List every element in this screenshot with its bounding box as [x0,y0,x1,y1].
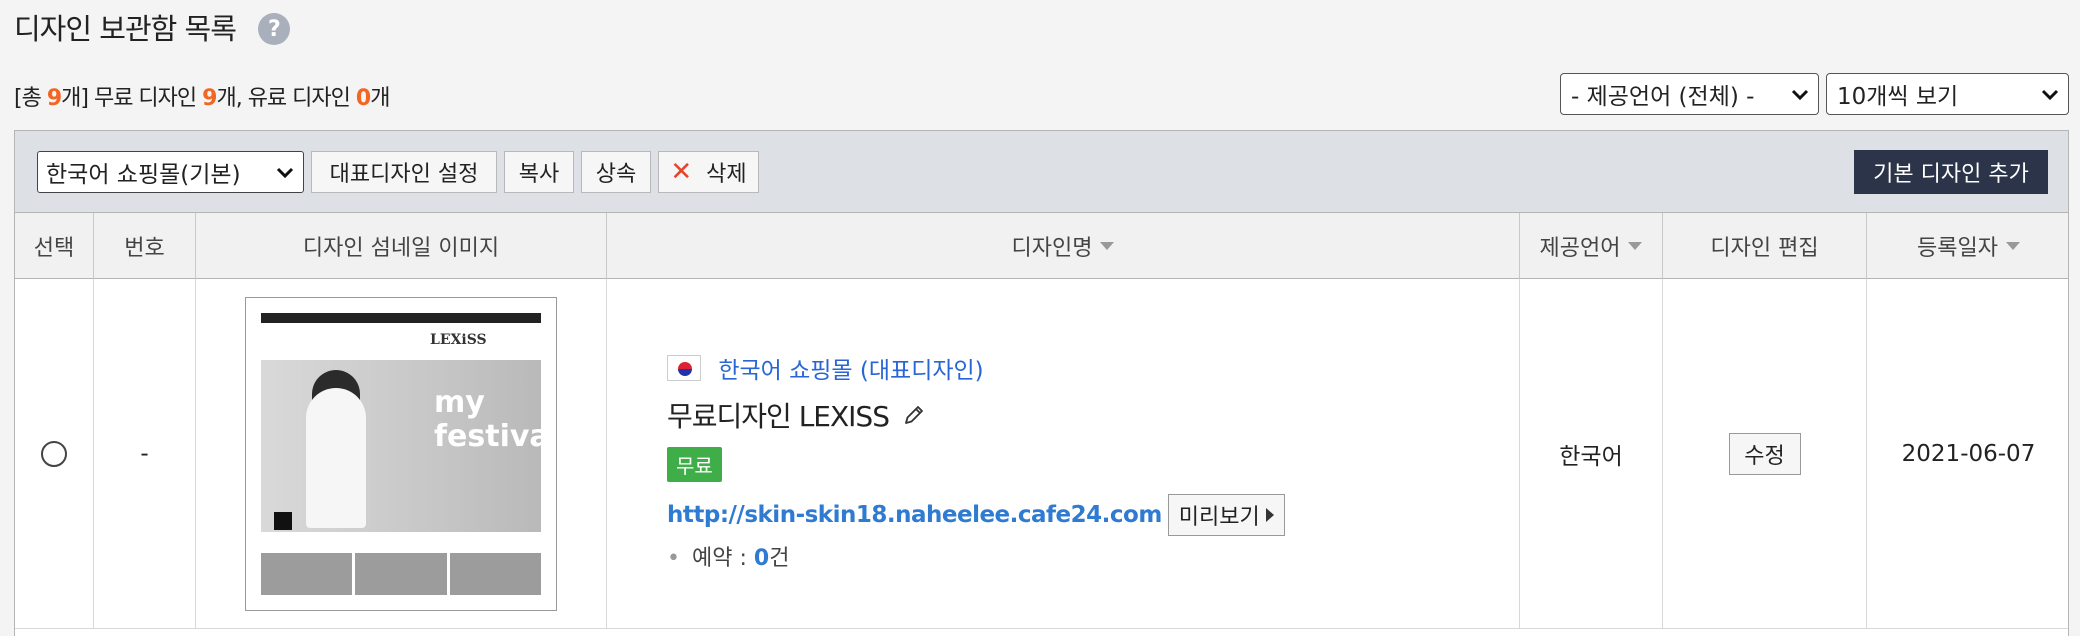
reservation-count: • 예약 : 0건 [667,540,1287,572]
language-filter-value: - 제공언어 (전체) - [1571,84,1755,110]
total-count: 9 [46,86,62,111]
preview-label: 미리보기 [1178,505,1260,530]
edit-button[interactable]: 수정 [1728,433,1801,475]
cell-design-name: 한국어 쇼핑몰 (대표디자인) 무료디자인 LEXISS 무료 http://s… [607,279,1520,629]
sort-arrow-icon [2005,242,2020,250]
page-title: 디자인 보관함 목록 ? [14,6,290,48]
cell-date: 2021-06-07 [1867,279,2070,629]
language-filter-select[interactable]: - 제공언어 (전체) - [1560,73,1819,115]
play-arrow-icon [1265,508,1274,522]
add-basic-design-button[interactable]: 기본 디자인 추가 [1854,150,2048,194]
design-thumbnail[interactable]: LEXiSS my festival [245,297,557,611]
help-icon[interactable]: ? [257,13,290,45]
page-size-select[interactable]: 10개씩 보기 [1826,73,2069,115]
design-url-link[interactable]: http://skin-skin18.naheelee.cafe24.com [667,502,1162,528]
thumb-model [306,388,366,528]
thumb-banner-line: festival [434,419,557,454]
summary-text: 개 [370,86,390,111]
thumb-topbar [261,313,541,323]
sort-arrow-icon [1100,242,1115,250]
reserve-label: 예약 : [691,546,754,571]
column-label: 디자인명 [1011,236,1093,261]
column-select: 선택 [15,213,94,279]
preview-button[interactable]: 미리보기 [1167,494,1285,536]
thumb-strip [261,553,541,595]
paid-count: 0 [355,86,371,111]
column-label: 제공언어 [1539,236,1621,261]
thumb-banner-text: my festival [434,385,557,454]
design-name: 무료디자인 LEXISS [667,395,1287,435]
mall-link[interactable]: 한국어 쇼핑몰 (대표디자인) [718,358,983,384]
chevron-down-icon [1791,89,1809,101]
page-title-text: 디자인 보관함 목록 [14,12,237,46]
cell-number: - [94,279,196,629]
cell-thumbnail: LEXiSS my festival [196,279,607,629]
sort-arrow-icon [1628,242,1643,250]
reserve-unit: 건 [769,546,790,571]
bullet-icon: • [667,546,680,571]
free-count: 9 [202,86,217,111]
thumb-logo: LEXiSS [430,332,487,348]
column-thumbnail: 디자인 섬네일 이미지 [196,213,607,279]
korea-flag-icon [667,355,701,381]
design-info: 한국어 쇼핑몰 (대표디자인) 무료디자인 LEXISS 무료 http://s… [667,351,1287,572]
column-language-sort[interactable]: 제공언어 [1520,213,1663,279]
column-number: 번호 [94,213,196,279]
delete-button[interactable]: ✕ 삭제 [658,151,759,193]
column-label: 선택 [33,236,75,261]
free-badge: 무료 [667,447,722,482]
set-representative-button[interactable]: 대표디자인 설정 [311,151,497,193]
copy-button[interactable]: 복사 [504,151,574,193]
column-date-sort[interactable]: 등록일자 [1867,213,2070,279]
cell-edit: 수정 [1663,279,1867,629]
chevron-down-icon [2041,89,2059,101]
column-label: 디자인 편집 [1710,236,1819,261]
row-date: 2021-06-07 [1901,441,2036,467]
summary-text: 개] 무료 디자인 [61,86,203,111]
column-label: 등록일자 [1917,236,1998,261]
cell-language: 한국어 [1520,279,1663,629]
chevron-down-icon [276,167,294,179]
table-header: 선택 번호 디자인 섬네일 이미지 디자인명 제공언어 디자인 편집 등록일자 [15,213,2068,279]
close-icon: ✕ [670,157,693,187]
table-row: - LEXiSS my festival 한국어 쇼핑몰 (대표디자인) 무료디… [15,279,2068,629]
reserve-count-value: 0 [753,546,770,571]
row-radio[interactable] [41,441,67,467]
mall-select[interactable]: 한국어 쇼핑몰(기본) [37,151,304,193]
design-count-summary: [총 9개] 무료 디자인 9개, 유료 디자인 0개 [14,80,390,112]
cell-select [15,279,94,629]
thumb-banner-line: my [434,385,485,420]
column-edit: 디자인 편집 [1663,213,1867,279]
column-label: 번호 [124,236,165,261]
mall-select-value: 한국어 쇼핑몰(기본) [46,162,241,188]
delete-label: 삭제 [706,162,747,187]
pencil-icon[interactable] [901,402,927,428]
thumb-mark [274,512,292,530]
inherit-button[interactable]: 상속 [581,151,651,193]
design-table: 한국어 쇼핑몰(기본) 대표디자인 설정 복사 상속 ✕ 삭제 기본 디자인 추… [14,130,2069,636]
table-toolbar: 한국어 쇼핑몰(기본) 대표디자인 설정 복사 상속 ✕ 삭제 기본 디자인 추… [15,131,2068,213]
page-size-value: 10개씩 보기 [1837,84,1959,110]
design-name-text: 무료디자인 LEXISS [667,400,890,433]
summary-text: [총 [14,86,47,111]
row-language: 한국어 [1559,444,1623,470]
row-number: - [140,441,149,467]
column-label: 디자인 섬네일 이미지 [302,236,500,261]
summary-text: 개, 유료 디자인 [216,86,356,111]
column-name-sort[interactable]: 디자인명 [607,213,1520,279]
